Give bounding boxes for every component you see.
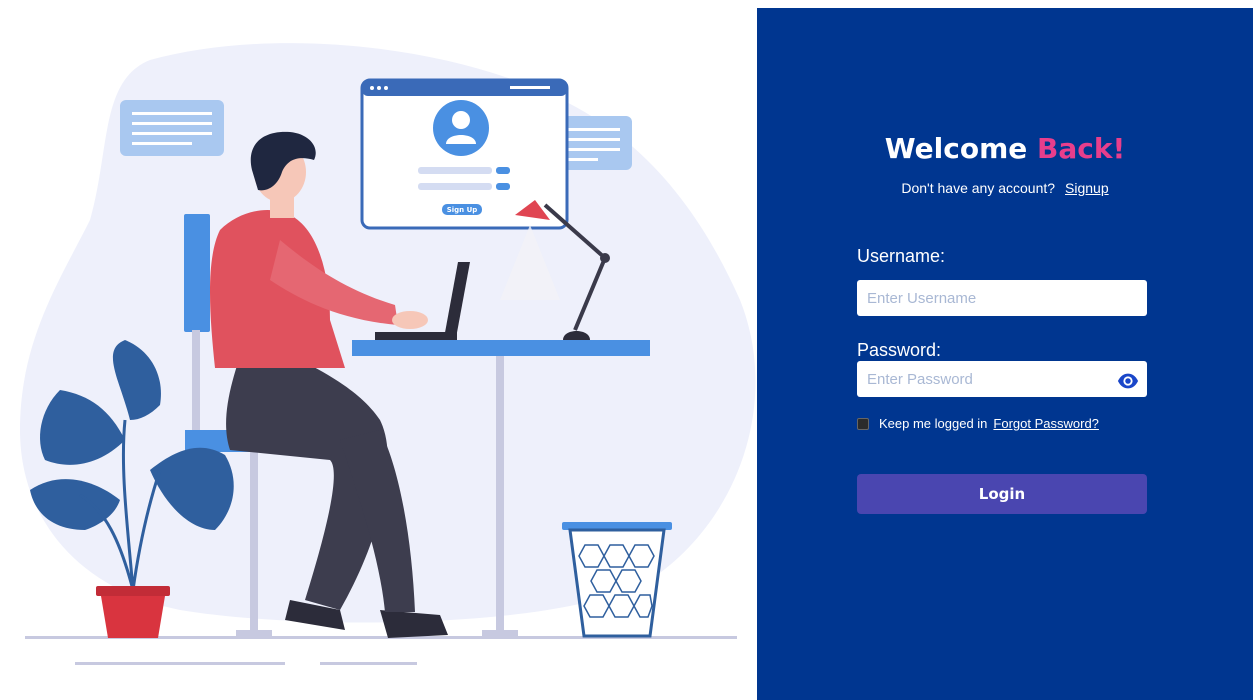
signup-link[interactable]: Signup bbox=[1065, 180, 1109, 196]
signup-prompt-text: Don't have any account? bbox=[901, 180, 1056, 196]
title-welcome: Welcome bbox=[884, 132, 1028, 165]
username-label: Username: bbox=[857, 246, 946, 266]
login-illustration: Sign Up bbox=[20, 43, 756, 665]
login-button[interactable]: Login bbox=[857, 474, 1147, 514]
remember-label: Keep me logged in bbox=[879, 416, 988, 431]
password-input[interactable] bbox=[857, 361, 1147, 397]
eye-icon[interactable] bbox=[1117, 370, 1139, 392]
password-label: Password: bbox=[857, 340, 942, 360]
forgot-password-link[interactable]: Forgot Password? bbox=[993, 416, 1099, 431]
signup-prompt: Don't have any account? Signup bbox=[757, 180, 1253, 196]
title-back: Back! bbox=[1037, 132, 1126, 165]
remember-row: Keep me logged in Forgot Password? bbox=[857, 416, 1099, 431]
login-page: Sign Up Welcome Back! Don't have any acc… bbox=[0, 0, 1253, 700]
waste-basket-icon bbox=[562, 522, 672, 638]
floor-line-short bbox=[75, 662, 285, 665]
page-title: Welcome Back! bbox=[757, 132, 1253, 165]
floor-line-short-2 bbox=[320, 662, 417, 665]
illustration-panel: Sign Up bbox=[0, 0, 757, 700]
chat-bubble-left-icon bbox=[120, 100, 224, 156]
username-input[interactable] bbox=[857, 280, 1147, 316]
remember-checkbox[interactable] bbox=[857, 417, 869, 430]
screen-signup-label: Sign Up bbox=[447, 206, 478, 214]
login-panel: Welcome Back! Don't have any account? Sig… bbox=[757, 8, 1253, 700]
